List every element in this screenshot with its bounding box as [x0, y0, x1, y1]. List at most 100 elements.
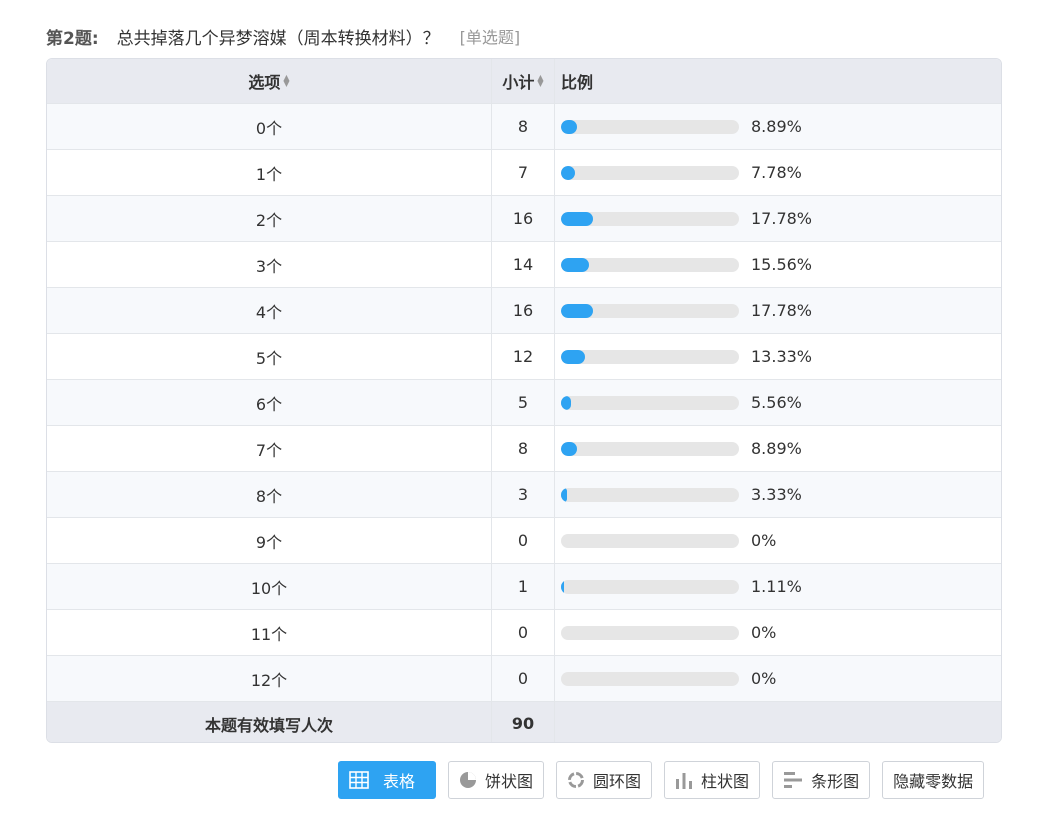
progress-bar-fill — [561, 211, 593, 226]
table-row: 6个 5 5.56% — [47, 380, 1001, 426]
table-row: 10个 1 1.11% — [47, 564, 1001, 610]
footer-total: 90 — [492, 702, 555, 742]
option-cell: 1个 — [47, 150, 492, 195]
question-number: 第2题: — [46, 28, 99, 49]
progress-bar-fill — [561, 257, 589, 272]
sort-icon[interactable]: ▲ ▼ — [283, 74, 289, 88]
progress-bar-track — [561, 395, 739, 410]
percent-label: 8.89% — [751, 117, 802, 136]
percent-label: 13.33% — [751, 347, 813, 366]
progress-bar-fill — [561, 579, 564, 594]
ratio-cell: 0% — [555, 656, 1001, 701]
progress-bar-fill — [561, 349, 585, 364]
progress-bar-track — [561, 349, 739, 364]
option-cell: 5个 — [47, 334, 492, 379]
percent-label: 3.33% — [751, 485, 802, 504]
option-cell: 2个 — [47, 196, 492, 241]
column-chart-label: 柱状图 — [701, 772, 750, 791]
percent-label: 5.56% — [751, 393, 802, 412]
table-row: 9个 0 0% — [47, 518, 1001, 564]
footer-label: 本题有效填写人次 — [47, 702, 492, 742]
progress-bar-track — [561, 487, 739, 502]
option-cell: 6个 — [47, 380, 492, 425]
progress-bar-track — [561, 533, 739, 548]
count-cell: 1 — [492, 564, 555, 609]
ratio-cell: 8.89% — [555, 104, 1001, 149]
table-header-row: 选项 ▲ ▼ 小计 ▲ ▼ 比例 — [47, 59, 1001, 104]
progress-bar-track — [561, 119, 739, 134]
progress-bar-fill — [561, 441, 577, 456]
option-cell: 10个 — [47, 564, 492, 609]
progress-bar-fill — [561, 395, 571, 410]
table-body: 0个 8 8.89% 1个 7 7.78% 2个 16 17.78% 3个 14 15.56% 4个 16… — [47, 104, 1001, 702]
table-footer-row: 本题有效填写人次 90 — [47, 702, 1001, 742]
progress-bar-track — [561, 165, 739, 180]
bar-chart-label: 条形图 — [811, 772, 860, 791]
count-cell: 0 — [492, 610, 555, 655]
pie-chart-icon — [459, 771, 477, 789]
option-cell: 0个 — [47, 104, 492, 149]
progress-bar-track — [561, 441, 739, 456]
ratio-cell: 0% — [555, 518, 1001, 563]
ratio-cell: 5.56% — [555, 380, 1001, 425]
count-cell: 12 — [492, 334, 555, 379]
donut-chart-label: 圆环图 — [593, 772, 642, 791]
header-option[interactable]: 选项 ▲ ▼ — [47, 59, 492, 103]
count-cell: 8 — [492, 104, 555, 149]
progress-bar-track — [561, 625, 739, 640]
table-row: 0个 8 8.89% — [47, 104, 1001, 150]
percent-label: 8.89% — [751, 439, 802, 458]
ratio-cell: 7.78% — [555, 150, 1001, 195]
count-cell: 0 — [492, 656, 555, 701]
table-row: 8个 3 3.33% — [47, 472, 1001, 518]
ratio-cell: 1.11% — [555, 564, 1001, 609]
question-title: 第2题: 总共掉落几个异梦溶媒（周本转换材料）？ [单选题] — [46, 22, 520, 50]
sort-icon[interactable]: ▲ ▼ — [537, 74, 543, 88]
option-cell: 8个 — [47, 472, 492, 517]
bar-chart-button[interactable]: 条形图 — [772, 761, 871, 799]
question-text: 总共掉落几个异梦溶媒（周本转换材料）？ — [116, 28, 440, 49]
question-type: [单选题] — [459, 28, 521, 47]
option-cell: 7个 — [47, 426, 492, 471]
percent-label: 0% — [751, 623, 777, 642]
percent-label: 17.78% — [751, 301, 813, 320]
header-option-label: 选项 — [248, 73, 281, 92]
percent-label: 15.56% — [751, 255, 813, 274]
count-cell: 7 — [492, 150, 555, 195]
table-row: 11个 0 0% — [47, 610, 1001, 656]
pie-chart-button[interactable]: 饼状图 — [448, 761, 545, 799]
progress-bar-fill — [561, 119, 577, 134]
hide-zero-button[interactable]: 隐藏零数据 — [882, 761, 985, 799]
table-row: 1个 7 7.78% — [47, 150, 1001, 196]
bar-chart-icon — [783, 771, 803, 789]
ratio-cell: 3.33% — [555, 472, 1001, 517]
ratio-cell: 17.78% — [555, 196, 1001, 241]
count-cell: 16 — [492, 196, 555, 241]
progress-bar-track — [561, 579, 739, 594]
percent-label: 1.11% — [751, 577, 802, 596]
donut-chart-button[interactable]: 圆环图 — [556, 761, 653, 799]
option-cell: 9个 — [47, 518, 492, 563]
table-view-label: 表格 — [383, 772, 416, 791]
count-cell: 0 — [492, 518, 555, 563]
header-count-label: 小计 — [502, 73, 535, 92]
column-chart-icon — [675, 771, 693, 789]
progress-bar-fill — [561, 165, 575, 180]
column-chart-button[interactable]: 柱状图 — [664, 761, 761, 799]
progress-bar-track — [561, 303, 739, 318]
header-count[interactable]: 小计 ▲ ▼ — [492, 59, 555, 103]
progress-bar-track — [561, 671, 739, 686]
ratio-cell: 15.56% — [555, 242, 1001, 287]
progress-bar-fill — [561, 303, 593, 318]
table-view-button[interactable]: 表格 — [338, 761, 437, 799]
table-row: 2个 16 17.78% — [47, 196, 1001, 242]
table-row: 7个 8 8.89% — [47, 426, 1001, 472]
count-cell: 16 — [492, 288, 555, 333]
count-cell: 5 — [492, 380, 555, 425]
option-cell: 3个 — [47, 242, 492, 287]
header-ratio: 比例 — [555, 59, 1001, 103]
ratio-cell: 0% — [555, 610, 1001, 655]
percent-label: 7.78% — [751, 163, 802, 182]
table-row: 12个 0 0% — [47, 656, 1001, 702]
table-row: 5个 12 13.33% — [47, 334, 1001, 380]
